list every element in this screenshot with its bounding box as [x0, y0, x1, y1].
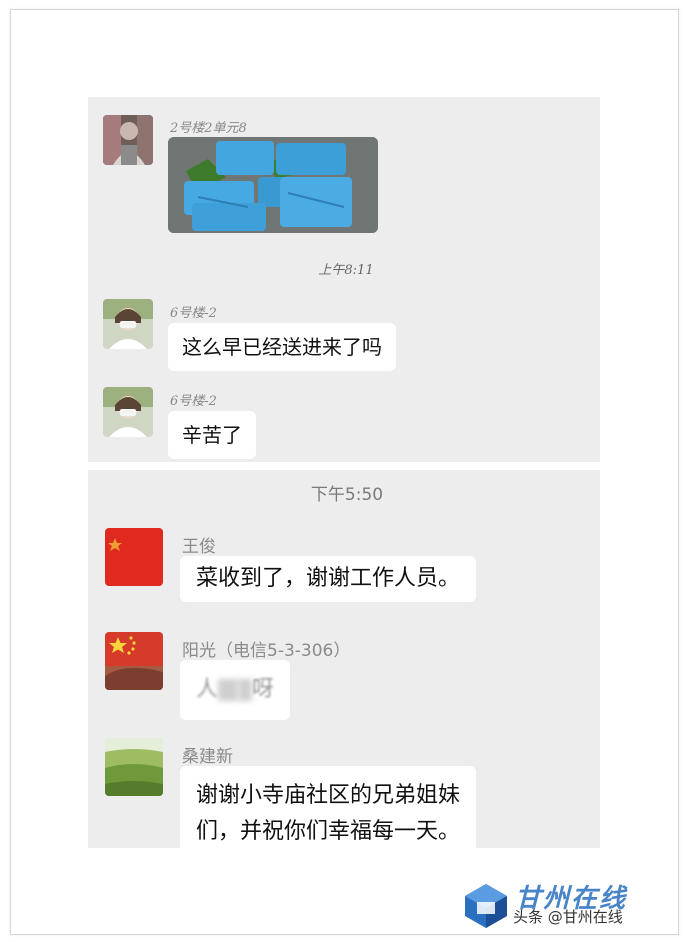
avatar-photo-icon: [103, 115, 153, 165]
avatar-wang-jun[interactable]: [105, 528, 163, 586]
message-text-end: 呀: [252, 677, 275, 702]
timestamp: 下午5:50: [310, 485, 384, 505]
sender-name: 2号楼2单元8: [170, 121, 247, 136]
message-text-start: 人: [196, 677, 219, 702]
avatar-sang-jianxin[interactable]: [105, 738, 163, 796]
avatar-person-icon: [103, 387, 153, 437]
sender-name: 桑建新: [182, 747, 233, 767]
avatar-2-building[interactable]: [103, 115, 153, 165]
message-line: 们，并祝你们幸福每一天。: [196, 819, 461, 844]
vegetable-bags-photo: [168, 137, 378, 233]
message-bubble-multiline[interactable]: 谢谢小寺庙社区的兄弟姐妹 们，并祝你们幸福每一天。: [180, 766, 477, 848]
chat-panel-morning: 2号楼2单元8 上午8:11 6号楼-2 这么早已经送进来了吗 6号楼-2 辛苦…: [88, 97, 600, 462]
avatar-6-building[interactable]: [103, 299, 153, 349]
blurred-text-mask: [218, 679, 239, 701]
gan-zhou-logo-icon: [465, 884, 507, 928]
watermark-caption: 头条 @甘州在线: [513, 908, 623, 926]
message-bubble-blurred[interactable]: 人呀: [180, 660, 291, 720]
message-bubble[interactable]: 菜收到了，谢谢工作人员。: [180, 556, 477, 602]
grass-field-icon: [105, 738, 163, 796]
watermark: 甘州在线 头条 @甘州在线: [461, 880, 671, 930]
sender-name: 阳光（电信5-3-306）: [182, 641, 351, 661]
blurred-text-mask: [238, 679, 253, 701]
chat-image-vegetable-bags[interactable]: [168, 137, 378, 233]
avatar-person-icon: [103, 299, 153, 349]
timestamp: 上午8:11: [318, 263, 374, 278]
chat-panel-evening: 下午5:50 王俊 菜收到了，谢谢工作人员。 阳光（电信5-3-306） 人呀: [88, 470, 600, 848]
message-bubble[interactable]: 这么早已经送进来了吗: [168, 323, 396, 371]
avatar-6-building[interactable]: [103, 387, 153, 437]
sender-name: 6号楼-2: [170, 394, 217, 409]
china-flag-icon: [105, 528, 163, 586]
flag-landscape-icon: [105, 632, 163, 690]
avatar-yang-guang[interactable]: [105, 632, 163, 690]
sender-name: 王俊: [182, 537, 216, 557]
message-bubble[interactable]: 辛苦了: [168, 411, 256, 459]
message-line: 谢谢小寺庙社区的兄弟姐妹: [196, 783, 461, 808]
sender-name: 6号楼-2: [170, 306, 217, 321]
